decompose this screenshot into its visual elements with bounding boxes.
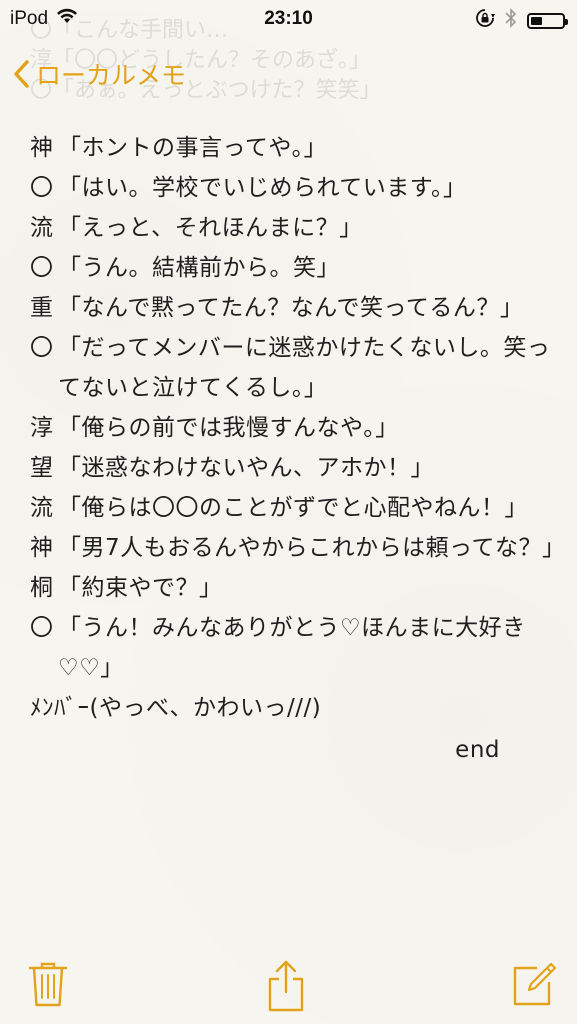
speech-text: 「うん。結構前から。笑」 xyxy=(58,255,340,281)
trash-icon xyxy=(28,962,68,1007)
speech-text: 「ホントの事言ってや。」 xyxy=(58,135,328,161)
speaker-label: 流 xyxy=(30,495,54,521)
speech-text: 「はい。学校でいじめられています。」 xyxy=(58,175,467,201)
chevron-left-icon xyxy=(14,60,29,88)
bluetooth-icon xyxy=(505,8,517,34)
speaker-label: 〇 xyxy=(30,335,54,361)
share-button[interactable] xyxy=(266,960,310,1012)
speaker-label: 〇 xyxy=(30,615,54,641)
dialogue-line: 神 「ホントの事言ってや。」 xyxy=(30,128,560,168)
dialogue-line: 流 「えっと、それほんまに？」 xyxy=(30,208,560,248)
speech-text: 「俺らの前では我慢すんなや。」 xyxy=(58,415,399,441)
speaker-label: 望 xyxy=(30,455,54,481)
status-bar: iPod 23:10 xyxy=(0,0,577,40)
speech-text: 「だってメンバーに迷惑かけたくないし。笑ってないと泣けてくるし。」 xyxy=(58,335,551,401)
speech-text: 「うん！みんなありがとう♡ほんまに大好き♡♡」 xyxy=(58,615,526,681)
speech-text: 「俺らは〇〇のことがずでと心配やねん！」 xyxy=(58,495,528,521)
speech-text: 「約束やで？」 xyxy=(58,575,223,601)
compose-button[interactable] xyxy=(513,960,557,1010)
dialogue-line: 神 「男7人もおるんやからこれからは頼ってな？」 xyxy=(30,528,566,568)
bottom-toolbar xyxy=(0,950,577,1012)
dialogue-line: 〇 「だってメンバーに迷惑かけたくないし。笑ってないと泣けてくるし。」 xyxy=(30,328,560,408)
speaker-label: 〇 xyxy=(30,255,54,281)
speaker-label: 淳 xyxy=(30,415,54,441)
dialogue-line: 〇 「はい。学校でいじめられています。」 xyxy=(30,168,560,208)
back-button[interactable]: ローカルメモ xyxy=(12,56,186,92)
back-button-label: ローカルメモ xyxy=(36,61,187,90)
status-right xyxy=(475,8,568,34)
speaker-label: 神 xyxy=(30,535,54,561)
speaker-label: 重 xyxy=(30,295,54,321)
speaker-label: 神 xyxy=(30,135,54,161)
speech-text: 「男7人もおるんやからこれからは頼ってな？」 xyxy=(58,535,566,561)
dialogue-line: 〇 「うん。結構前から。笑」 xyxy=(30,248,560,288)
share-icon xyxy=(268,960,304,1012)
dialogue-line: 〇 「うん！みんなありがとう♡ほんまに大好き♡♡」 xyxy=(30,608,560,688)
dialogue-line: 重 「なんで黙ってたん？なんで笑ってるん？」 xyxy=(30,288,560,328)
dialogue-line: 望 「迷惑なわけないやん、アホか！」 xyxy=(30,448,560,488)
dialogue-line: 淳 「俺らの前では我慢すんなや。」 xyxy=(30,408,560,448)
speech-text: 「なんで黙ってたん？なんで笑ってるん？」 xyxy=(58,295,524,321)
delete-button[interactable] xyxy=(28,960,72,1010)
speech-text: 「えっと、それほんまに？」 xyxy=(58,215,363,241)
battery-icon xyxy=(527,13,568,29)
note-body[interactable]: 神 「ホントの事言ってや。」 〇 「はい。学校でいじめられています。」 流 「え… xyxy=(30,128,566,770)
end-label: end xyxy=(455,737,500,763)
rotation-lock-icon xyxy=(475,8,495,34)
battery-fill xyxy=(531,17,542,25)
speaker-label: 〇 xyxy=(30,175,54,201)
dialogue-line: 流 「俺らは〇〇のことがずでと心配やねん！」 xyxy=(30,488,560,528)
speaker-label: 桐 xyxy=(30,575,54,601)
compose-icon xyxy=(513,962,557,1006)
speech-text: 「迷惑なわけないやん、アホか！」 xyxy=(58,455,434,481)
speaker-label: 流 xyxy=(30,215,54,241)
closing-line: ﾒﾝﾊﾞｰ(やっべ、かわいっ///) xyxy=(30,695,322,721)
dialogue-line: 桐 「約束やで？」 xyxy=(30,568,560,608)
